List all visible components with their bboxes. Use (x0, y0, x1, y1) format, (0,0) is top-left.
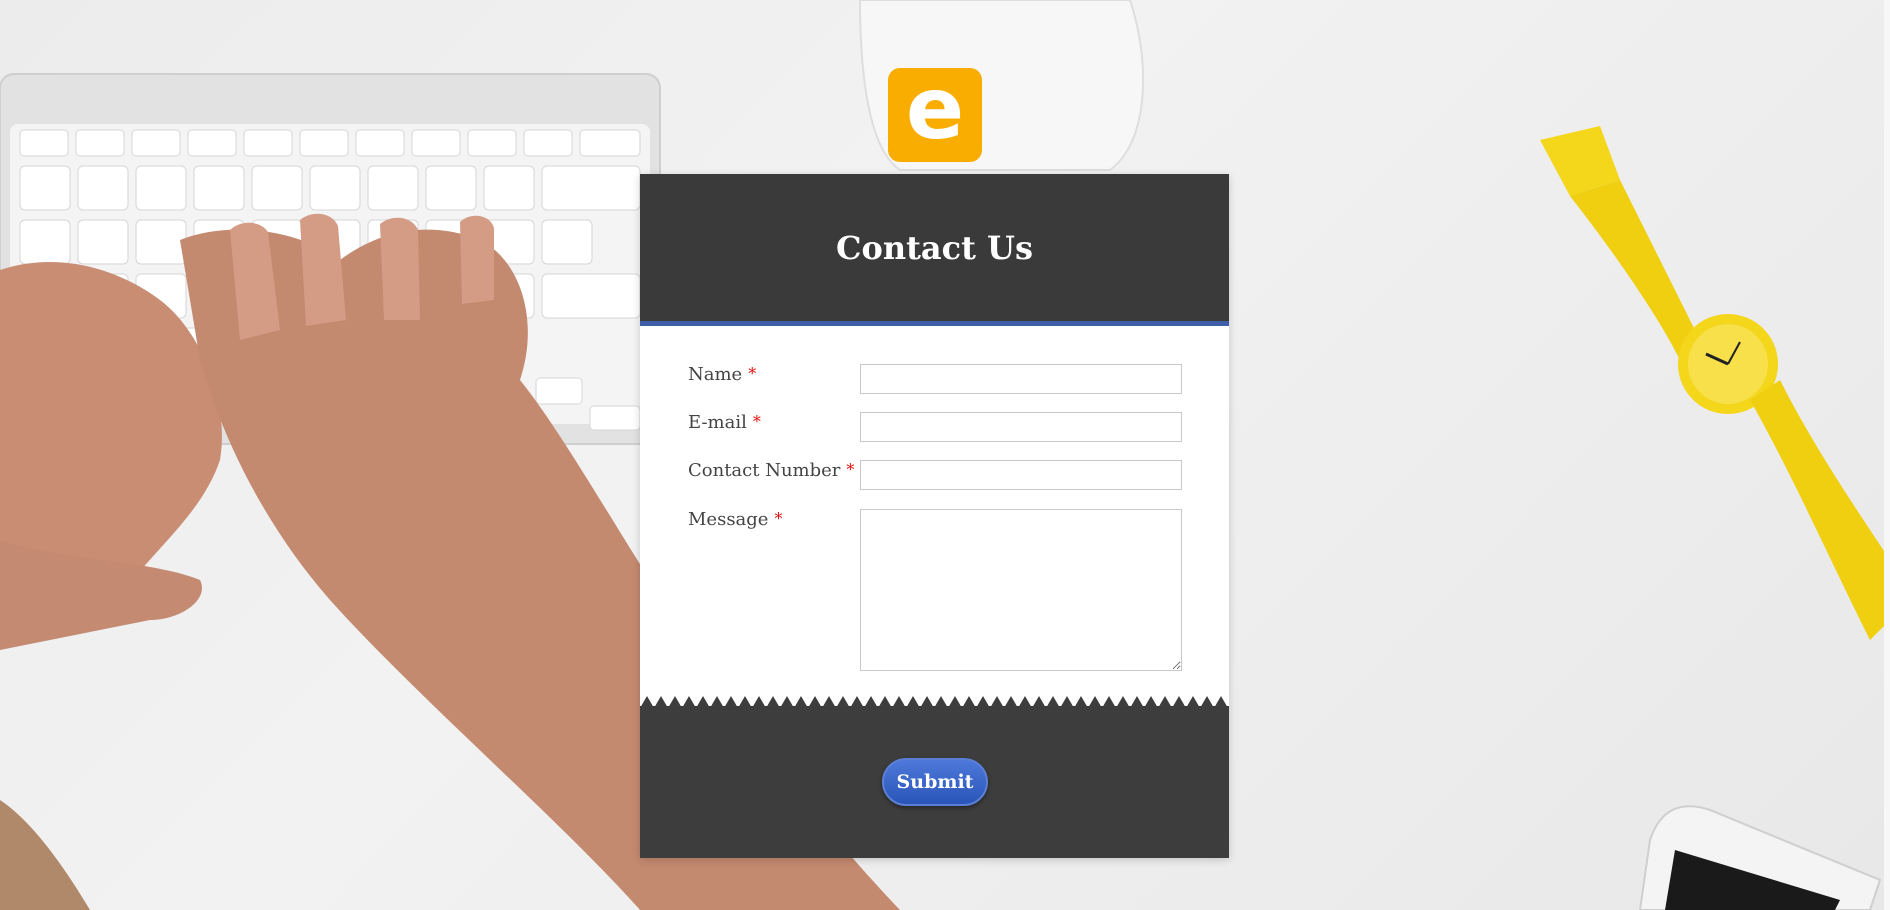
contact-number-field[interactable] (860, 460, 1182, 490)
message-field[interactable] (860, 509, 1182, 671)
required-marker: * (748, 364, 757, 383)
email-field[interactable] (860, 412, 1182, 442)
name-field[interactable] (860, 364, 1182, 394)
form-footer: Submit (640, 696, 1229, 858)
zigzag-divider (640, 696, 1229, 708)
submit-button[interactable]: Submit (882, 758, 988, 806)
form-body: Name * E-mail * Contact Number * Message * (640, 326, 1229, 706)
logo-icon: e (888, 66, 982, 162)
window-edge (1884, 0, 1890, 910)
required-marker: * (774, 509, 783, 528)
name-label: Name * (688, 364, 757, 385)
form-title: Contact Us (836, 228, 1033, 267)
form-header: Contact Us (640, 174, 1229, 326)
required-marker: * (846, 460, 855, 479)
message-label: Message * (688, 509, 783, 530)
email-label: E-mail * (688, 412, 761, 433)
required-marker: * (752, 412, 761, 431)
contact-number-label: Contact Number * (688, 460, 855, 481)
contact-form-card: Contact Us Name * E-mail * Contact Number *… (640, 174, 1229, 858)
